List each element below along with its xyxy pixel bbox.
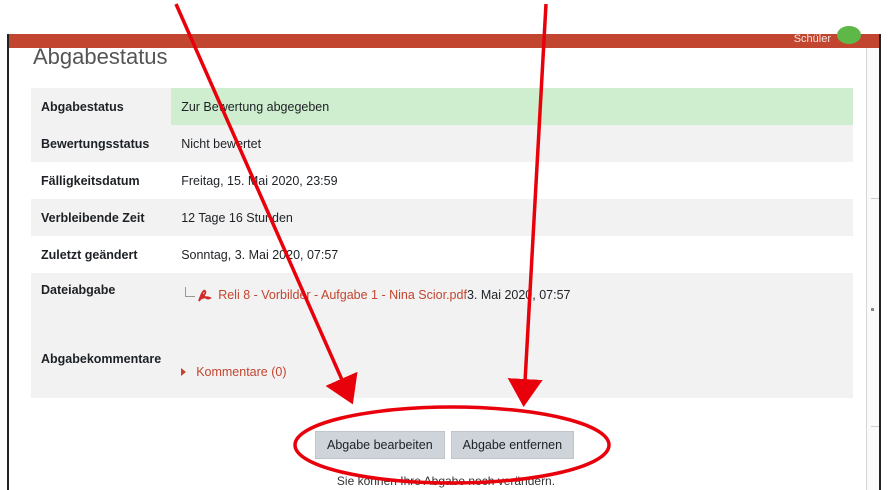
tree-connector-icon	[185, 287, 196, 297]
row-label: Abgabestatus	[31, 88, 172, 125]
gutter-marker	[871, 308, 874, 311]
row-value: Kommentare (0)	[171, 338, 853, 398]
edit-submission-button[interactable]: Abgabe bearbeiten	[315, 431, 445, 459]
pdf-file-icon	[197, 287, 212, 303]
edit-hint-text: Sie können Ihre Abgabe noch verändern.	[336, 474, 556, 488]
page-title: Abgabestatus	[33, 44, 168, 69]
row-label: Dateiabgabe	[41, 283, 116, 297]
submitted-file-link[interactable]: Reli 8 - Vorbilder - Aufgabe 1 - Nina Sc…	[218, 288, 467, 302]
row-label: Fälligkeitsdatum	[41, 173, 140, 188]
row-value: 12 Tage 16 Stunden	[181, 210, 293, 225]
row-label: Bewertungsstatus	[41, 136, 150, 151]
table-row: Abgabestatus Zur Bewertung abgegeben	[31, 88, 853, 125]
file-entry: Reli 8 - Vorbilder - Aufgabe 1 - Nina Sc…	[185, 287, 843, 303]
table-row-comments: Abgabekommentare Kommentare (0)	[31, 338, 853, 398]
file-date: 3. Mai 2020, 07:57	[466, 288, 571, 302]
row-value: Sonntag, 3. Mai 2020, 07:57	[181, 247, 339, 262]
instruction-banner-cut	[0, 0, 888, 34]
table-row: Zuletzt geändert Sonntag, 3. Mai 2020, 0…	[31, 236, 853, 273]
comments-toggle[interactable]: Kommentare (0)	[181, 365, 843, 379]
caret-right-icon	[181, 368, 187, 376]
table-row-file-submission: Dateiabgabe Reli 8 - Vorbilder - Aufgabe…	[31, 273, 853, 338]
row-label: Verbleibende Zeit	[41, 210, 145, 225]
comments-link[interactable]: Kommentare (0)	[196, 365, 286, 379]
moodle-window: Schüler Abgabestatus Abgabestatus Zur Be…	[7, 26, 881, 490]
table-row: Bewertungsstatus Nicht bewertet	[31, 125, 853, 162]
row-value: Freitag, 15. Mai 2020, 23:59	[181, 173, 338, 188]
submission-status-table: Abgabestatus Zur Bewertung abgegeben Bew…	[31, 88, 853, 398]
row-label: Abgabekommentare	[41, 352, 162, 366]
remove-submission-button[interactable]: Abgabe entfernen	[450, 431, 575, 459]
user-avatar[interactable]	[837, 26, 861, 44]
submission-actions: Abgabe bearbeiten Abgabe entfernen	[315, 431, 575, 459]
user-role-label: Schüler	[793, 33, 831, 45]
row-value: Zur Bewertung abgegeben	[171, 88, 853, 125]
row-value: Reli 8 - Vorbilder - Aufgabe 1 - Nina Sc…	[171, 273, 853, 338]
right-scroll-gutter	[866, 48, 879, 490]
row-label: Zuletzt geändert	[41, 247, 138, 262]
table-row: Verbleibende Zeit 12 Tage 16 Stunden	[31, 199, 853, 236]
row-value: Nicht bewertet	[181, 136, 262, 151]
table-row: Fälligkeitsdatum Freitag, 15. Mai 2020, …	[31, 162, 853, 199]
